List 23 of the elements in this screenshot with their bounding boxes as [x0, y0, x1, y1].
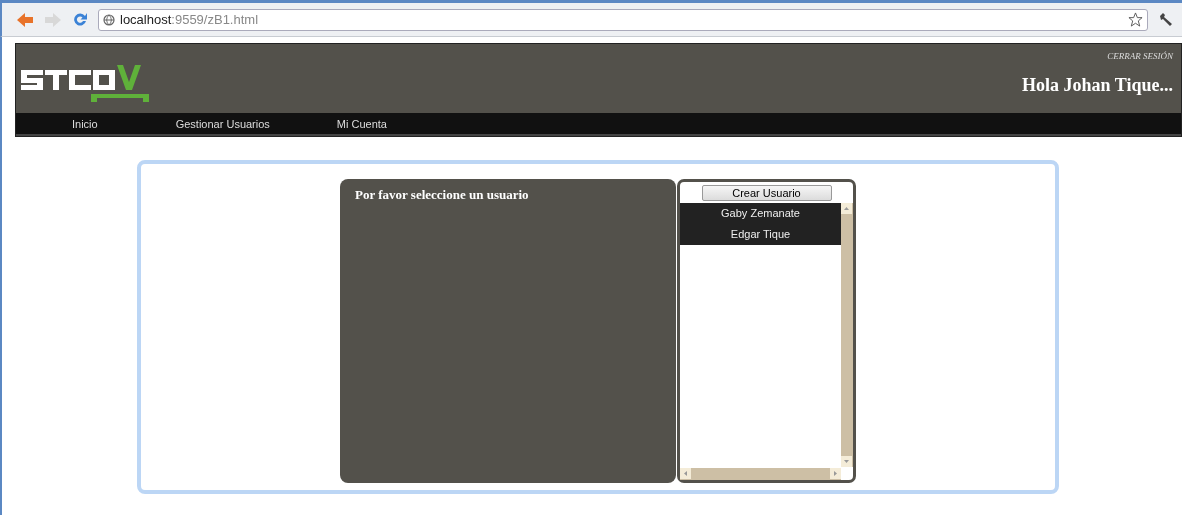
- wrench-icon[interactable]: [1158, 11, 1174, 28]
- logout-link[interactable]: CERRAR SESIÓN: [1107, 51, 1173, 61]
- scroll-right-icon[interactable]: [830, 468, 841, 479]
- forward-icon[interactable]: [44, 11, 62, 28]
- vertical-scrollbar[interactable]: [841, 203, 853, 467]
- horizontal-scrollbar[interactable]: [680, 468, 841, 480]
- user-list-item[interactable]: Edgar Tique: [680, 224, 841, 245]
- reload-icon[interactable]: [72, 11, 88, 28]
- nav-link[interactable]: Mi Cuenta: [336, 117, 387, 130]
- user-list-item[interactable]: Gaby Zemanate: [680, 203, 841, 224]
- scroll-up-icon[interactable]: [841, 203, 852, 214]
- create-user-button[interactable]: Crear Usuario: [701, 185, 832, 201]
- url-text: localhost:9559/zB1.html: [120, 12, 260, 27]
- back-icon[interactable]: [16, 11, 34, 28]
- star-icon[interactable]: [1128, 12, 1143, 27]
- scroll-left-icon[interactable]: [680, 468, 691, 479]
- address-bar[interactable]: localhost:9559/zB1.html: [98, 8, 1148, 31]
- scroll-down-icon[interactable]: [841, 456, 852, 467]
- greeting: Hola Johan Tique...: [1022, 75, 1173, 96]
- nav-link[interactable]: Inicio: [72, 117, 98, 130]
- globe-icon: [103, 13, 115, 26]
- nav-link[interactable]: Gestionar Usuarios: [175, 117, 270, 130]
- message-text: Por favor seleccione un usuario: [355, 187, 529, 202]
